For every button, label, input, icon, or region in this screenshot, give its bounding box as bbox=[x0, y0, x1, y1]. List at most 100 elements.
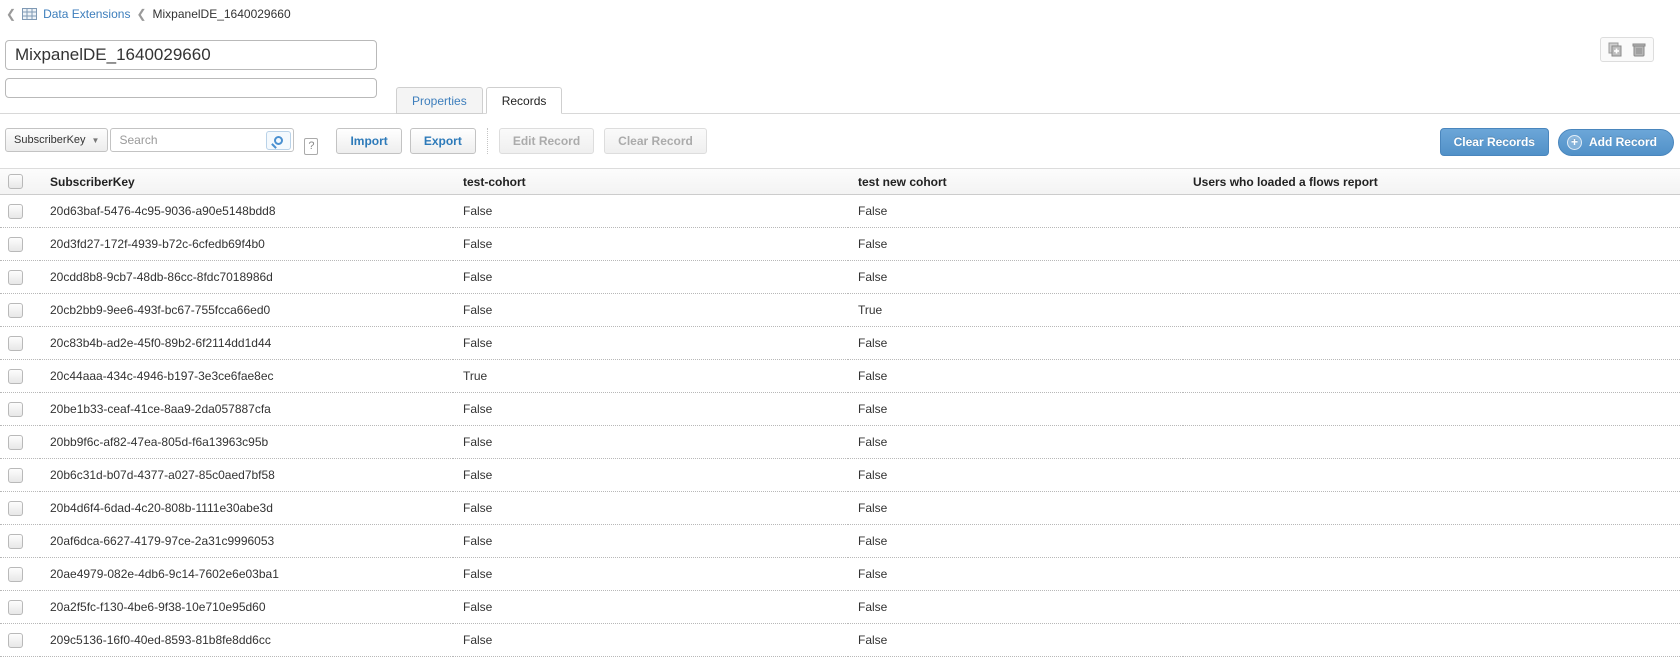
extension-description-input[interactable] bbox=[5, 78, 377, 98]
column-header-test-cohort: test-cohort bbox=[453, 169, 848, 195]
search-field-dropdown[interactable]: SubscriberKey ▼ bbox=[5, 128, 108, 152]
row-checkbox[interactable] bbox=[8, 204, 23, 219]
clear-record-button[interactable]: Clear Record bbox=[604, 128, 707, 154]
record-actions-group: Edit Record Clear Record bbox=[499, 128, 707, 154]
edit-record-button[interactable]: Edit Record bbox=[499, 128, 594, 154]
row-checkbox[interactable] bbox=[8, 369, 23, 384]
cell-test-cohort: False bbox=[453, 228, 848, 261]
tab-properties[interactable]: Properties bbox=[396, 87, 483, 114]
cell-test-new-cohort: False bbox=[848, 228, 1183, 261]
table-row: 20ae4979-082e-4db6-9c14-7602e6e03ba1Fals… bbox=[0, 558, 1680, 591]
cell-test-cohort: False bbox=[453, 558, 848, 591]
table-header-row: SubscriberKey test-cohort test new cohor… bbox=[0, 169, 1680, 195]
row-checkbox[interactable] bbox=[8, 336, 23, 351]
select-all-checkbox[interactable] bbox=[8, 174, 23, 189]
tab-records[interactable]: Records bbox=[486, 87, 563, 114]
cell-subscriber-key: 209c5136-16f0-40ed-8593-81b8fe8dd6cc bbox=[40, 624, 453, 657]
tab-bar: Properties Records bbox=[396, 87, 562, 114]
cell-test-new-cohort: False bbox=[848, 195, 1183, 228]
cell-test-new-cohort: False bbox=[848, 360, 1183, 393]
records-table-body: 20d63baf-5476-4c95-9036-a90e5148bdd8Fals… bbox=[0, 195, 1680, 657]
chevron-down-icon: ▼ bbox=[92, 136, 100, 145]
cell-test-new-cohort: False bbox=[848, 261, 1183, 294]
cell-subscriber-key: 20b6c31d-b07d-4377-a027-85c0aed7bf58 bbox=[40, 459, 453, 492]
extension-actions bbox=[1600, 37, 1654, 62]
row-checkbox[interactable] bbox=[8, 237, 23, 252]
row-checkbox[interactable] bbox=[8, 501, 23, 516]
column-header-subscriber-key: SubscriberKey bbox=[40, 169, 453, 195]
cell-subscriber-key: 20c44aaa-434c-4946-b197-3e3ce6fae8ec bbox=[40, 360, 453, 393]
cell-test-cohort: False bbox=[453, 492, 848, 525]
cell-flows-report bbox=[1183, 426, 1680, 459]
cell-test-new-cohort: False bbox=[848, 624, 1183, 657]
cell-flows-report bbox=[1183, 624, 1680, 657]
import-export-group: Import Export bbox=[336, 128, 475, 154]
cell-subscriber-key: 20af6dca-6627-4179-97ce-2a31c9996053 bbox=[40, 525, 453, 558]
cell-flows-report bbox=[1183, 492, 1680, 525]
cell-subscriber-key: 20a2f5fc-f130-4be6-9f38-10e710e95d60 bbox=[40, 591, 453, 624]
breadcrumb-current: MixpanelDE_1640029660 bbox=[153, 7, 291, 21]
cell-test-cohort: False bbox=[453, 624, 848, 657]
cell-test-new-cohort: False bbox=[848, 426, 1183, 459]
cell-subscriber-key: 20d63baf-5476-4c95-9036-a90e5148bdd8 bbox=[40, 195, 453, 228]
row-checkbox[interactable] bbox=[8, 534, 23, 549]
row-checkbox[interactable] bbox=[8, 303, 23, 318]
records-table: SubscriberKey test-cohort test new cohor… bbox=[0, 168, 1680, 657]
cell-test-new-cohort: False bbox=[848, 459, 1183, 492]
cell-subscriber-key: 20cb2bb9-9ee6-493f-bc67-755fcca66ed0 bbox=[40, 294, 453, 327]
cell-flows-report bbox=[1183, 327, 1680, 360]
cell-flows-report bbox=[1183, 393, 1680, 426]
cell-subscriber-key: 20d3fd27-172f-4939-b72c-6cfedb69f4b0 bbox=[40, 228, 453, 261]
cell-flows-report bbox=[1183, 195, 1680, 228]
table-row: 20c44aaa-434c-4946-b197-3e3ce6fae8ecTrue… bbox=[0, 360, 1680, 393]
plus-icon: + bbox=[1567, 135, 1582, 150]
row-checkbox[interactable] bbox=[8, 600, 23, 615]
row-checkbox[interactable] bbox=[8, 633, 23, 648]
cell-flows-report bbox=[1183, 294, 1680, 327]
copy-icon[interactable] bbox=[1608, 42, 1624, 57]
cell-subscriber-key: 20ae4979-082e-4db6-9c14-7602e6e03ba1 bbox=[40, 558, 453, 591]
cell-test-cohort: False bbox=[453, 525, 848, 558]
breadcrumb-link-data-extensions[interactable]: Data Extensions bbox=[43, 7, 130, 21]
cell-test-cohort: False bbox=[453, 459, 848, 492]
delete-icon[interactable] bbox=[1632, 42, 1646, 57]
data-extension-grid-icon bbox=[22, 8, 37, 20]
cell-test-new-cohort: True bbox=[848, 294, 1183, 327]
column-header-flows-report: Users who loaded a flows report bbox=[1183, 169, 1680, 195]
clear-records-button[interactable]: Clear Records bbox=[1440, 128, 1549, 156]
breadcrumb-separator-icon: ❮ bbox=[136, 7, 146, 21]
extension-name-input[interactable] bbox=[5, 40, 377, 70]
cell-test-cohort: False bbox=[453, 591, 848, 624]
records-toolbar: SubscriberKey ▼ ? Import Export Edit Rec… bbox=[0, 114, 1680, 160]
row-checkbox[interactable] bbox=[8, 402, 23, 417]
table-row: 20d63baf-5476-4c95-9036-a90e5148bdd8 Fals… bbox=[0, 195, 1680, 228]
cell-test-cohort: True bbox=[453, 360, 848, 393]
cell-subscriber-key: 20bb9f6c-af82-47ea-805d-f6a13963c95b bbox=[40, 426, 453, 459]
row-checkbox[interactable] bbox=[8, 468, 23, 483]
row-checkbox[interactable] bbox=[8, 270, 23, 285]
table-row: 20b4d6f4-6dad-4c20-808b-1111e30abe3dFals… bbox=[0, 492, 1680, 525]
row-checkbox[interactable] bbox=[8, 435, 23, 450]
cell-test-new-cohort: False bbox=[848, 558, 1183, 591]
column-header-test-new-cohort: test new cohort bbox=[848, 169, 1183, 195]
search-box bbox=[110, 128, 294, 152]
data-extension-records-page: ❮ Data Extensions ❮ MixpanelDE_164002966… bbox=[0, 0, 1680, 670]
search-button[interactable] bbox=[266, 131, 291, 150]
table-row: 20be1b33-ceaf-41ce-8aa9-2da057887cfaFals… bbox=[0, 393, 1680, 426]
table-row: 20bb9f6c-af82-47ea-805d-f6a13963c95b Fals… bbox=[0, 426, 1680, 459]
table-row: 20a2f5fc-f130-4be6-9f38-10e710e95d60Fals… bbox=[0, 591, 1680, 624]
help-icon[interactable]: ? bbox=[304, 138, 318, 155]
table-row: 20c83b4b-ad2e-45f0-89b2-6f2114dd1d44Fals… bbox=[0, 327, 1680, 360]
add-record-button[interactable]: + Add Record bbox=[1558, 129, 1674, 156]
export-button[interactable]: Export bbox=[410, 128, 476, 154]
cell-flows-report bbox=[1183, 591, 1680, 624]
cell-subscriber-key: 20c83b4b-ad2e-45f0-89b2-6f2114dd1d44 bbox=[40, 327, 453, 360]
page-header: ❮ Data Extensions ❮ MixpanelDE_164002966… bbox=[0, 0, 1680, 114]
add-record-label: Add Record bbox=[1589, 135, 1657, 149]
search-icon bbox=[274, 136, 283, 145]
cell-flows-report bbox=[1183, 525, 1680, 558]
import-button[interactable]: Import bbox=[336, 128, 401, 154]
back-caret-icon[interactable]: ❮ bbox=[6, 7, 16, 21]
cell-flows-report bbox=[1183, 228, 1680, 261]
row-checkbox[interactable] bbox=[8, 567, 23, 582]
